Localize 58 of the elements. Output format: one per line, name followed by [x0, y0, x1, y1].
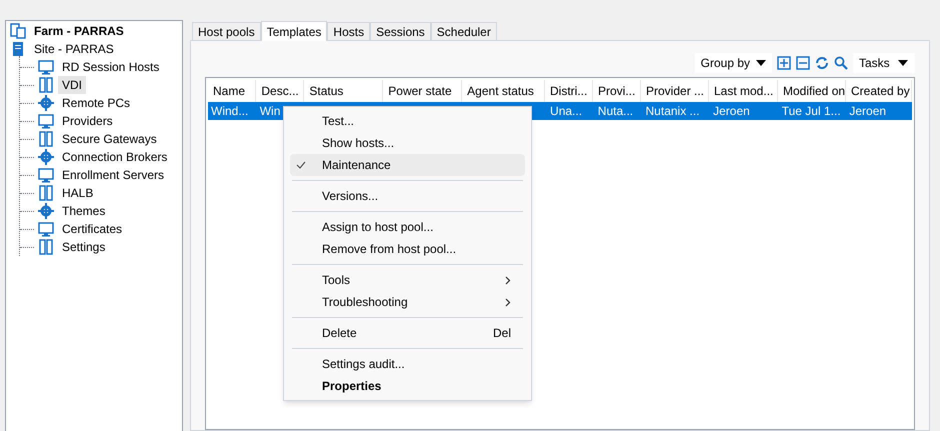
- tree-item[interactable]: HALB: [58, 184, 98, 202]
- tree-item[interactable]: Certificates: [58, 220, 126, 238]
- caret-icon: [756, 60, 766, 66]
- tree-item[interactable]: Enrollment Servers: [58, 166, 168, 184]
- table-cell: Nuta...: [598, 104, 634, 118]
- tree-item[interactable]: Secure Gateways: [58, 130, 161, 148]
- node-icon: [38, 95, 54, 111]
- menu-item[interactable]: Properties: [290, 375, 525, 397]
- node-icon: [38, 131, 54, 147]
- node-icon: [38, 221, 54, 237]
- caret-icon: [898, 60, 908, 66]
- tab[interactable]: Templates: [260, 21, 328, 41]
- node-icon: [38, 167, 54, 183]
- search-icon[interactable]: [834, 56, 848, 70]
- node-icon: [38, 149, 54, 165]
- table-cell: Jeroen: [849, 104, 886, 118]
- menu-item[interactable]: Assign to host pool...: [290, 216, 525, 238]
- tasks-button[interactable]: Tasks: [853, 53, 915, 73]
- menu-item[interactable]: Versions...: [290, 185, 525, 207]
- menu-item[interactable]: Maintenance: [290, 154, 525, 176]
- server-icon: [10, 41, 26, 57]
- node-icon: [38, 185, 54, 201]
- tree-item[interactable]: Remote PCs: [58, 94, 134, 112]
- table-cell: Win: [260, 104, 280, 118]
- tree-item[interactable]: RD Session Hosts: [58, 58, 164, 76]
- tab[interactable]: Hosts: [327, 22, 370, 40]
- refresh-icon[interactable]: [815, 56, 829, 70]
- tree-item[interactable]: VDI: [58, 76, 86, 94]
- tree-item[interactable]: Themes: [58, 202, 110, 220]
- table-cell: Una...: [550, 104, 582, 118]
- table-cell: Jeroen: [713, 104, 750, 118]
- table-cell: Wind...: [211, 104, 248, 118]
- tree-item[interactable]: Site - PARRAS: [30, 40, 118, 58]
- table-cell: Nutanix ...: [646, 104, 700, 118]
- tree-item[interactable]: Settings: [58, 238, 110, 256]
- menu-item[interactable]: Troubleshooting: [290, 291, 525, 313]
- tree-item[interactable]: Farm - PARRAS: [30, 22, 128, 40]
- tree-item[interactable]: Connection Brokers: [58, 148, 172, 166]
- node-icon: [38, 113, 54, 129]
- menu-item[interactable]: Show hosts...: [290, 132, 525, 154]
- chevron-right-icon: [505, 298, 511, 306]
- node-icon: [38, 59, 54, 75]
- tree-item[interactable]: Providers: [58, 112, 117, 130]
- add-icon[interactable]: [777, 56, 791, 70]
- group-by-button[interactable]: Group by: [694, 53, 772, 73]
- remove-icon[interactable]: [796, 56, 810, 70]
- node-icon: [38, 203, 54, 219]
- tab[interactable]: Host pools: [192, 22, 261, 40]
- table-cell: Tue Jul 1...: [782, 104, 841, 118]
- node-icon: [38, 239, 54, 255]
- tab[interactable]: Scheduler: [430, 22, 497, 40]
- node-icon: [38, 77, 54, 93]
- menu-item[interactable]: Remove from host pool...: [290, 238, 525, 260]
- chevron-right-icon: [505, 276, 511, 284]
- menu-item[interactable]: Settings audit...: [290, 353, 525, 375]
- menu-item[interactable]: Tools: [290, 269, 525, 291]
- menu-item[interactable]: Delete Del: [290, 322, 525, 344]
- tab[interactable]: Sessions: [370, 22, 431, 40]
